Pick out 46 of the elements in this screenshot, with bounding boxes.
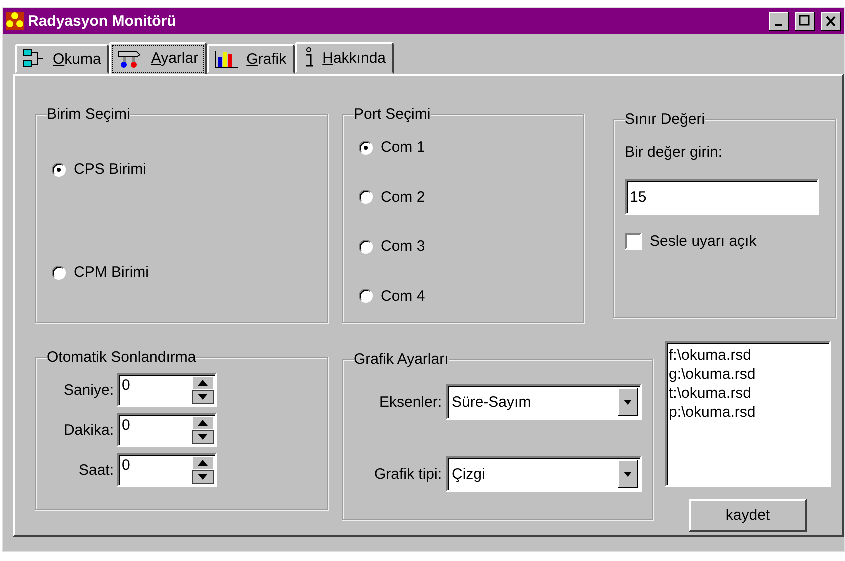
field-label: Grafik tipi: bbox=[374, 466, 442, 482]
dropdown[interactable]: Süre-Sayım bbox=[446, 384, 642, 420]
prompt-label: Bir değer girin: bbox=[625, 144, 724, 161]
tab[interactable]: Ayarlar bbox=[109, 42, 207, 76]
option-label: Com 3 bbox=[381, 238, 426, 256]
spin-value: 0 bbox=[121, 416, 132, 436]
dropdown-value: Süre-Sayım bbox=[451, 394, 532, 410]
window-title: Radyasyon Monitörü bbox=[28, 12, 178, 30]
file-list-item[interactable]: f:\okuma.rsd bbox=[669, 346, 827, 365]
radio-option[interactable]: Com 4 bbox=[359, 288, 573, 305]
field-label: Dakika: bbox=[64, 422, 114, 438]
spin-box[interactable]: 0 bbox=[117, 413, 217, 447]
limit-input[interactable]: 15 bbox=[625, 179, 819, 215]
field-label: Saniye: bbox=[64, 382, 114, 398]
tab[interactable]: Grafik bbox=[206, 44, 295, 74]
group-title: Grafik Ayarları bbox=[354, 351, 449, 368]
spin-value: 0 bbox=[121, 456, 132, 476]
spin-value: 0 bbox=[121, 376, 132, 396]
radio-option[interactable]: CPM Birimi bbox=[52, 264, 317, 281]
spin-box[interactable]: 0 bbox=[117, 453, 217, 487]
alarm-checkbox-row[interactable]: Sesle uyarı açık bbox=[625, 233, 825, 250]
save-button[interactable]: kaydet bbox=[689, 499, 807, 532]
tab[interactable]: Hakkında bbox=[294, 42, 394, 74]
file-list-item[interactable]: p:\okuma.rsd bbox=[669, 403, 827, 422]
radio-option[interactable]: CPS Birimi bbox=[52, 161, 317, 178]
group-title: Birim Seçimi bbox=[47, 106, 130, 123]
tab[interactable]: Okuma bbox=[15, 44, 110, 74]
option-label: Com 1 bbox=[381, 139, 426, 156]
field-label: Saat: bbox=[78, 462, 114, 478]
spin-box[interactable]: 0 bbox=[117, 373, 217, 407]
file-list-item[interactable]: g:\okuma.rsd bbox=[669, 365, 827, 384]
option-label: Com 4 bbox=[381, 288, 426, 305]
radio-option[interactable]: Com 3 bbox=[359, 238, 573, 256]
option-label: Com 2 bbox=[381, 188, 426, 206]
group-title: Sınır Değeri bbox=[625, 111, 706, 128]
option-label: CPS Birimi bbox=[74, 161, 147, 178]
field-label: Eksenler: bbox=[379, 394, 442, 410]
dropdown[interactable]: Çizgi bbox=[446, 456, 642, 492]
option-label: CPM Birimi bbox=[74, 264, 149, 281]
radio-option[interactable]: Com 2 bbox=[359, 188, 573, 206]
file-list-item[interactable]: t:\okuma.rsd bbox=[669, 384, 827, 403]
dropdown-value: Çizgi bbox=[451, 466, 486, 482]
group-title: Otomatik Sonlandırma bbox=[47, 349, 196, 366]
group-title: Port Seçimi bbox=[354, 106, 431, 123]
radio-option[interactable]: Com 1 bbox=[359, 139, 573, 156]
checkbox-label: Sesle uyarı açık bbox=[650, 233, 757, 250]
